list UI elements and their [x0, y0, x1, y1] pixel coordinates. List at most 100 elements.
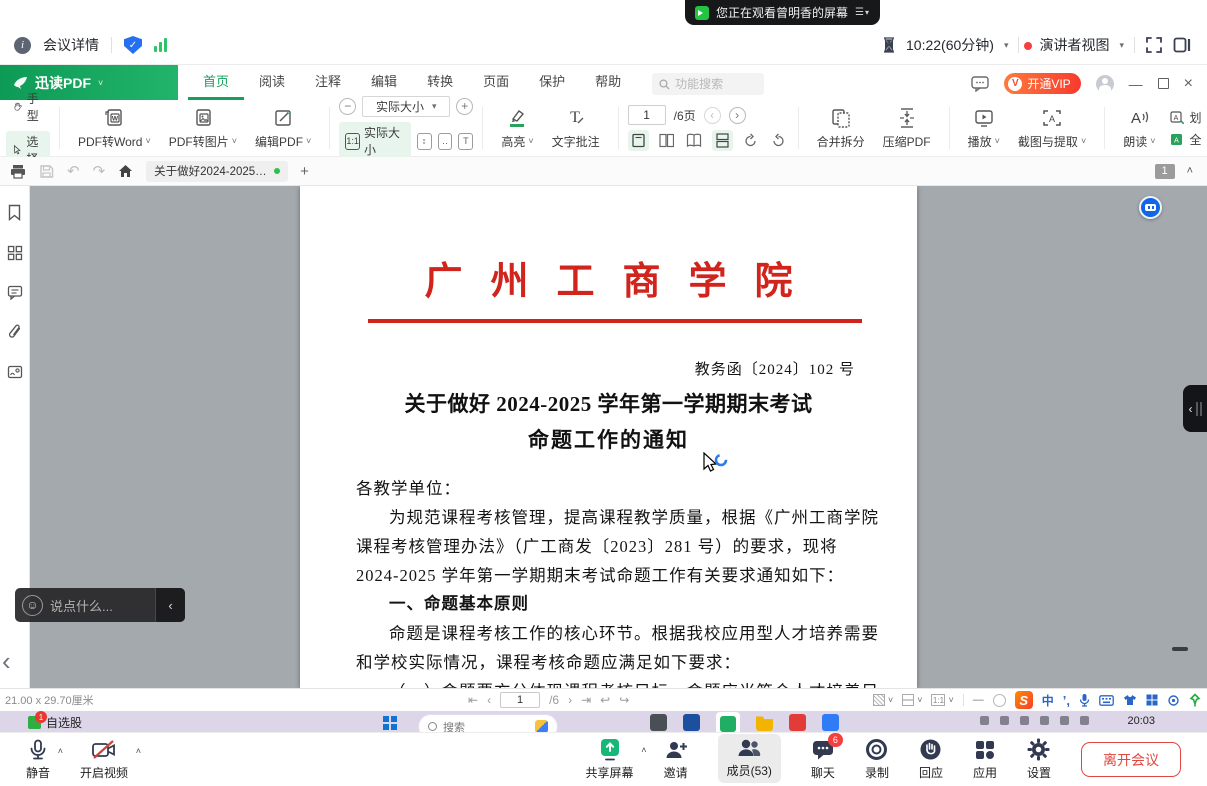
ime-mic-icon[interactable]	[1079, 693, 1090, 707]
function-search[interactable]	[652, 73, 764, 95]
network-signal-icon[interactable]	[154, 38, 167, 52]
attachment-icon[interactable]	[8, 324, 22, 341]
zoom-slider-knob[interactable]	[993, 694, 1006, 707]
text-annotation-button[interactable]: T 文字批注	[543, 107, 609, 150]
leave-meeting-button[interactable]: 离开会议	[1081, 742, 1181, 777]
document-tab[interactable]: 关于做好2024-2025学年第一...	[146, 161, 288, 182]
stock-widget[interactable]: 1 自选股	[28, 714, 82, 731]
collapse-chat-button[interactable]: ‹	[155, 588, 185, 622]
quick-chat-bar[interactable]: ☺ 说点什么... ‹	[15, 588, 185, 622]
first-page-button[interactable]: ⇤	[468, 693, 478, 707]
word-translate-button[interactable]: A 划	[1168, 109, 1203, 126]
sogou-ime-icon[interactable]: S	[1015, 691, 1033, 709]
rotate-ccw-button[interactable]	[768, 130, 789, 151]
view-mode-label[interactable]: 演讲者视图	[1039, 35, 1109, 55]
signature-image-icon[interactable]	[7, 365, 23, 379]
ime-punctuation[interactable]: ’,	[1063, 693, 1070, 708]
taskbar-active-app[interactable]	[716, 712, 740, 732]
members-button[interactable]: 成员(53)	[718, 734, 781, 783]
actual-size-button[interactable]: 1:1 实际大小	[339, 122, 410, 160]
chevron-up-icon[interactable]: ˄	[641, 745, 646, 755]
function-search-input[interactable]	[675, 77, 755, 91]
full-translate-button[interactable]: A 全	[1168, 131, 1203, 148]
play-button[interactable]: 播放˅	[959, 107, 1009, 150]
taskbar-app-icon[interactable]	[822, 714, 839, 731]
record-button[interactable]: 录制	[865, 738, 889, 781]
status-page-input[interactable]: 1	[500, 692, 540, 708]
zoom-in-button[interactable]: +	[456, 98, 473, 115]
compress-pdf-button[interactable]: 压缩PDF	[874, 107, 940, 150]
fit-width-button[interactable]: ‥	[438, 133, 453, 150]
chevron-up-icon[interactable]: ˄	[136, 746, 141, 756]
prev-page-button[interactable]: ‹	[487, 693, 491, 707]
fit-text-button[interactable]: T	[458, 133, 473, 150]
system-tray[interactable]	[980, 716, 1089, 725]
chat-input-placeholder[interactable]: 说点什么...	[50, 596, 155, 615]
collapse-ribbon-button[interactable]: ˄	[1187, 165, 1193, 177]
minimize-button[interactable]: —	[1129, 76, 1143, 92]
rotate-cw-button[interactable]	[740, 130, 761, 151]
taskbar-app-icon[interactable]	[789, 714, 806, 731]
capture-extract-button[interactable]: A 截图与提取˅	[1009, 107, 1095, 150]
ime-mode-chinese[interactable]: 中	[1042, 692, 1054, 709]
tab-page[interactable]: 页面	[468, 71, 524, 100]
ime-skin-icon[interactable]	[1123, 694, 1137, 706]
start-video-button[interactable]: ˄ 开启视频	[80, 739, 128, 781]
merge-split-button[interactable]: 合并拆分	[808, 107, 874, 150]
apps-button[interactable]: 应用	[973, 739, 997, 781]
view-back-button[interactable]: ↩	[600, 693, 610, 707]
new-tab-button[interactable]: +	[300, 163, 309, 180]
banner-menu-icon[interactable]: ☰▾	[855, 7, 870, 18]
edit-pdf-button[interactable]: 编辑PDF˅	[246, 107, 320, 150]
ime-keyboard-icon[interactable]	[1099, 695, 1114, 706]
vip-button[interactable]: V 开通VIP	[1004, 73, 1080, 94]
background-style-select[interactable]: ˅	[873, 694, 893, 706]
prev-page-arrow[interactable]: ‹	[2, 646, 11, 677]
chat-button[interactable]: 6 聊天	[811, 739, 835, 781]
fit-page-button[interactable]: ⦂	[417, 133, 432, 150]
taskbar-app-icon[interactable]	[650, 714, 667, 731]
chevron-up-icon[interactable]: ˄	[58, 746, 63, 756]
next-page-button[interactable]: ›	[729, 107, 746, 124]
last-page-button[interactable]: ⇥	[581, 693, 591, 707]
home-button[interactable]	[118, 164, 133, 178]
tab-protect[interactable]: 保护	[524, 71, 580, 100]
hand-tool-button[interactable]: 手型	[6, 88, 50, 126]
tab-home[interactable]: 首页	[188, 71, 244, 100]
next-page-button[interactable]: ›	[568, 693, 572, 707]
close-button[interactable]: ×	[1184, 75, 1193, 93]
ai-assistant-button[interactable]	[1139, 196, 1162, 219]
zoom-out-button[interactable]: −	[339, 98, 356, 115]
view-forward-button[interactable]: ↪	[619, 693, 629, 707]
invite-button[interactable]: 邀请	[664, 739, 688, 781]
thumbnails-icon[interactable]	[7, 245, 23, 261]
pin-icon[interactable]	[1189, 693, 1201, 707]
ime-toolbox-icon[interactable]	[1146, 694, 1158, 706]
tab-read[interactable]: 阅读	[244, 71, 300, 100]
print-button[interactable]	[10, 164, 26, 179]
zoom-ratio-select[interactable]: 1:1˅	[931, 694, 953, 706]
comments-icon[interactable]	[7, 285, 23, 300]
taskbar-folder-icon[interactable]	[756, 714, 773, 731]
taskbar-search[interactable]: 搜索	[418, 714, 558, 732]
page-fit-select[interactable]: ˅	[902, 694, 922, 706]
undo-button[interactable]: ↶	[67, 162, 80, 180]
restore-button[interactable]	[1158, 78, 1169, 89]
feedback-icon[interactable]	[971, 76, 989, 92]
avatar[interactable]	[1096, 75, 1114, 93]
pdf-viewer[interactable]: 广州工商学院 教务函〔2024〕102 号 关于做好 2024-2025 学年第…	[30, 186, 1207, 688]
page-number-input[interactable]	[628, 105, 666, 125]
start-button[interactable]	[383, 716, 397, 730]
info-icon[interactable]: i	[14, 37, 31, 54]
meeting-details-label[interactable]: 会议详情	[43, 35, 99, 55]
video-panel-handle[interactable]: ‹	[1183, 385, 1207, 432]
single-page-view-button[interactable]	[628, 130, 649, 151]
redo-button[interactable]: ↷	[93, 162, 106, 180]
read-aloud-button[interactable]: A 朗读˅	[1114, 107, 1164, 150]
fullscreen-icon[interactable]	[1145, 36, 1163, 54]
mute-button[interactable]: ˄ 静音	[26, 739, 50, 781]
tab-help[interactable]: 帮助	[580, 71, 636, 100]
zoom-level-select[interactable]: 实际大小 ▾	[362, 96, 450, 117]
pdf-to-word-button[interactable]: W PDF转Word˅	[69, 107, 160, 150]
caret-down-icon[interactable]: ▾	[1004, 40, 1009, 51]
